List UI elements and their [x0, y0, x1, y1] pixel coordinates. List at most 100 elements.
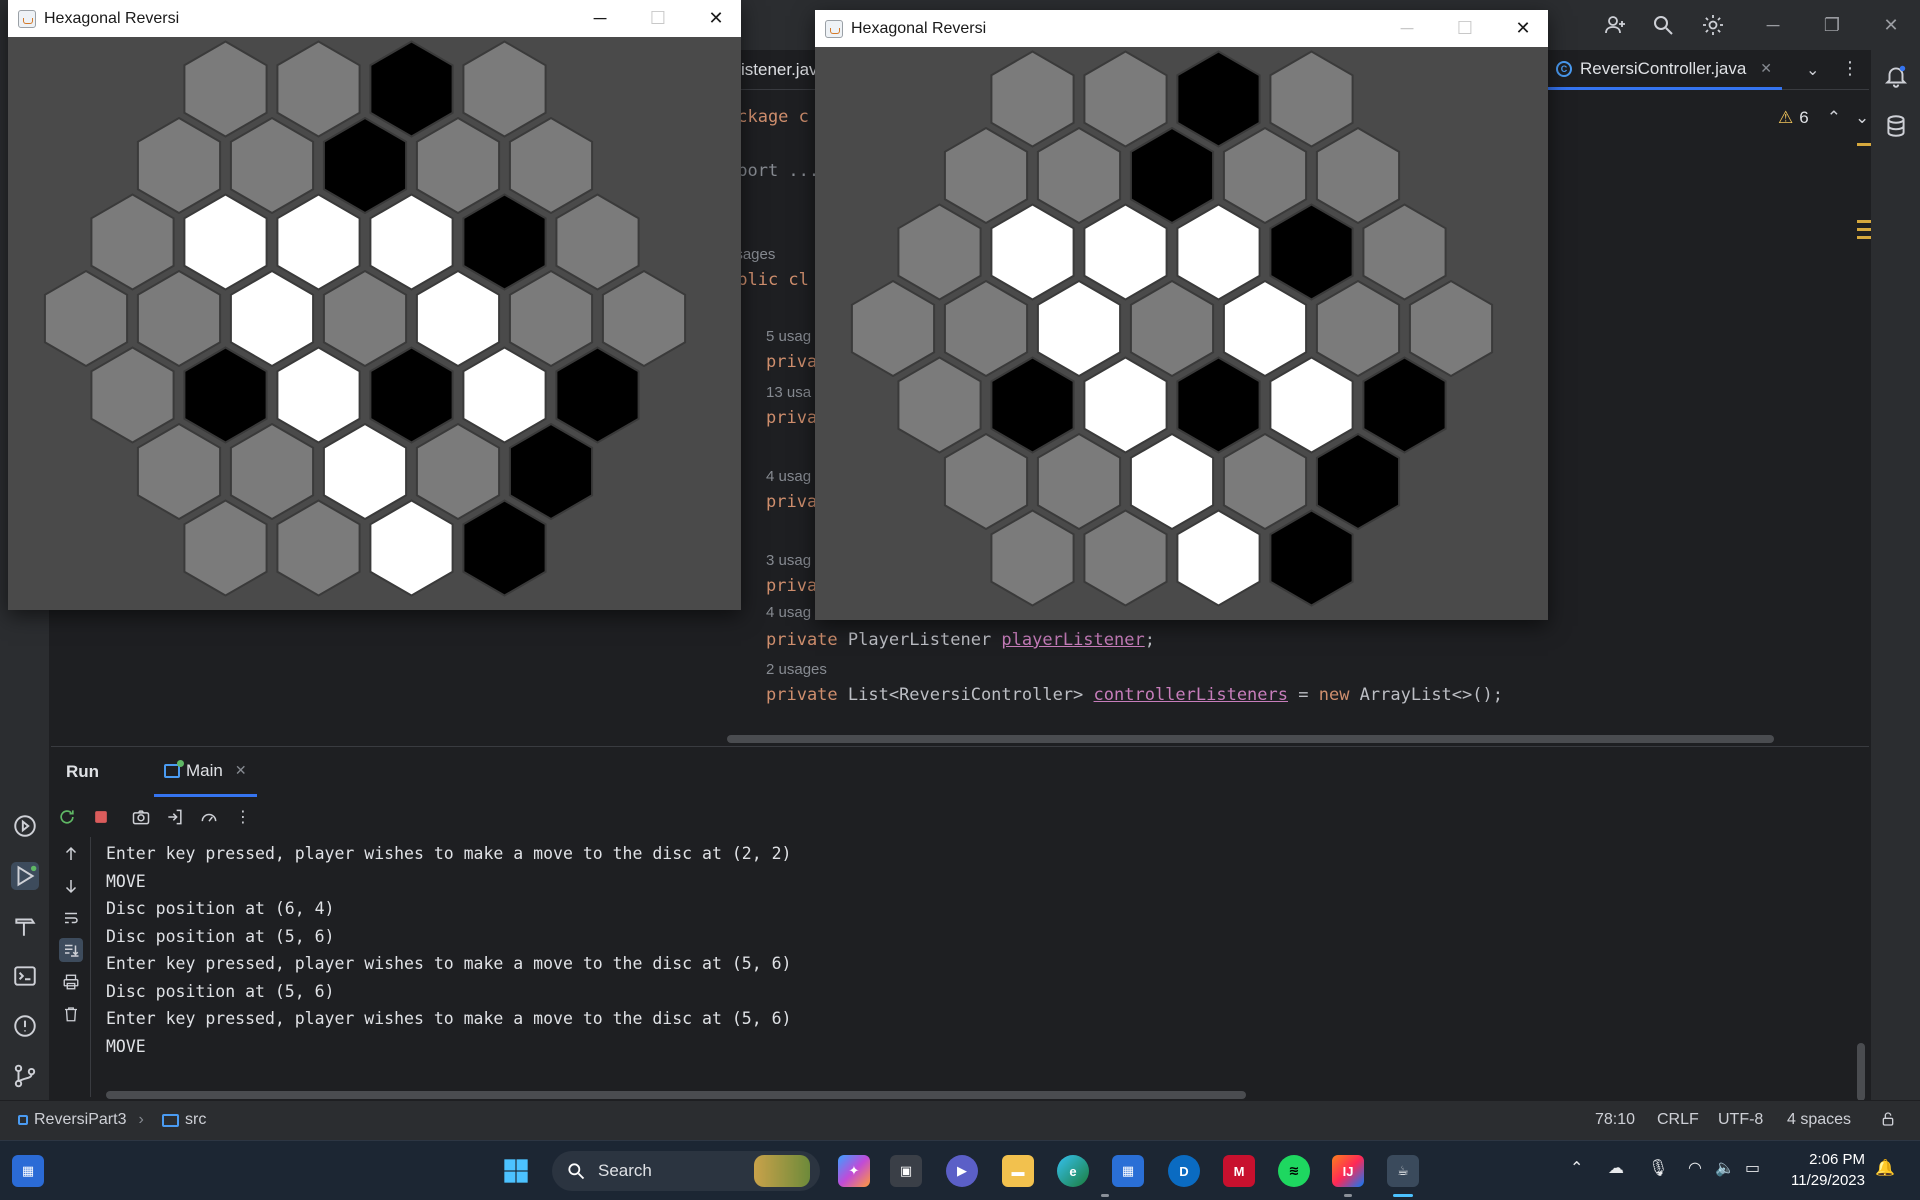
screenshot-camera-icon[interactable]	[129, 805, 153, 829]
window-titlebar[interactable]: Hexagonal Reversi ─ ☐ ✕	[815, 10, 1548, 47]
minimize-button[interactable]: ─	[571, 0, 629, 37]
hex-cell-black[interactable]	[1315, 432, 1401, 531]
hex-cell-black[interactable]	[1176, 50, 1261, 148]
close-tab-icon[interactable]: ✕	[235, 762, 247, 779]
close-button[interactable]: ✕	[687, 0, 745, 37]
hex-cell-white[interactable]	[1083, 203, 1168, 301]
add-user-icon[interactable]	[1600, 10, 1630, 40]
hex-cell-white[interactable]	[276, 346, 361, 444]
hex-cell-empty[interactable]	[850, 279, 936, 378]
hex-cell-black[interactable]	[1129, 126, 1215, 225]
editor-tab-listener[interactable]: istener.jav	[731, 50, 828, 90]
lock-icon[interactable]	[1880, 1111, 1896, 1127]
hex-cell-empty[interactable]	[1222, 432, 1308, 531]
close-tab-icon[interactable]: ✕	[1760, 60, 1772, 77]
hex-cell-empty[interactable]	[1315, 126, 1401, 225]
hex-cell-white[interactable]	[369, 193, 454, 291]
file-encoding[interactable]: UTF-8	[1718, 1111, 1763, 1129]
indent-setting[interactable]: 4 spaces	[1787, 1111, 1851, 1129]
hex-cell-white[interactable]	[1269, 356, 1354, 454]
next-arrow-icon[interactable]: ⌄	[1855, 108, 1869, 128]
print-icon[interactable]	[59, 970, 83, 994]
code-line[interactable]: priva	[766, 408, 817, 428]
store-icon[interactable]: ▦	[1112, 1155, 1144, 1187]
hex-cell-empty[interactable]	[90, 193, 175, 291]
error-stripe-mark[interactable]	[1857, 236, 1871, 239]
hex-cell-black[interactable]	[322, 116, 408, 215]
usages-hint[interactable]: 5 usag	[766, 328, 811, 345]
hex-cell-white[interactable]	[462, 346, 547, 444]
breadcrumb-project[interactable]: ReversiPart3 ›	[18, 1111, 144, 1129]
hex-cell-empty[interactable]	[183, 40, 268, 138]
git-branch-icon[interactable]	[11, 1062, 39, 1090]
terminal-icon[interactable]	[11, 962, 39, 990]
hex-cell-black[interactable]	[183, 346, 268, 444]
database-icon[interactable]	[1882, 112, 1910, 140]
soft-wrap-icon[interactable]	[59, 906, 83, 930]
hex-cell-black[interactable]	[1269, 203, 1354, 301]
ide-restore-button[interactable]: ❐	[1817, 10, 1847, 40]
cursor-position[interactable]: 78:10	[1595, 1111, 1635, 1129]
code-line-23[interactable]: private PlayerListener playerListener;	[766, 630, 1155, 650]
usages-hint[interactable]: 13 usa	[766, 384, 811, 401]
hex-board[interactable]	[8, 37, 741, 610]
hex-cell-black[interactable]	[1176, 356, 1261, 454]
file-explorer-icon[interactable]: ▬	[1002, 1155, 1034, 1187]
usages-hint[interactable]: 4 usag	[766, 468, 811, 485]
hex-cell-empty[interactable]	[1408, 279, 1494, 378]
hex-cell-empty[interactable]	[1036, 126, 1122, 225]
hex-cell-black[interactable]	[369, 346, 454, 444]
problems-icon[interactable]	[11, 1012, 39, 1040]
breadcrumb-folder[interactable]: src	[162, 1111, 206, 1129]
error-stripe-mark[interactable]	[1857, 220, 1871, 223]
battery-icon[interactable]: ▭	[1745, 1158, 1760, 1178]
hex-cell-white[interactable]	[1176, 509, 1261, 607]
console-output[interactable]: Enter key pressed, player wishes to make…	[106, 840, 1806, 1060]
microphone-icon[interactable]: 🎙	[1648, 1158, 1668, 1178]
hex-cell-white[interactable]	[276, 193, 361, 291]
intellij-icon[interactable]: IJ	[1332, 1155, 1364, 1187]
hex-cell-black[interactable]	[555, 346, 640, 444]
console-horizontal-scrollbar[interactable]	[106, 1091, 1246, 1099]
hex-cell-black[interactable]	[462, 193, 547, 291]
hex-cell-black[interactable]	[1362, 356, 1447, 454]
hex-cell-empty[interactable]	[1083, 509, 1168, 607]
window-titlebar[interactable]: Hexagonal Reversi ─ ☐ ✕	[8, 0, 741, 37]
hex-cell-empty[interactable]	[1083, 50, 1168, 148]
build-hammer-icon[interactable]	[11, 912, 39, 940]
hex-cell-empty[interactable]	[136, 269, 222, 368]
task-view-icon[interactable]: ▣	[890, 1155, 922, 1187]
hex-cell-empty[interactable]	[183, 499, 268, 597]
hex-cell-empty[interactable]	[415, 422, 501, 521]
hex-cell-empty[interactable]	[1269, 50, 1354, 148]
trash-icon[interactable]	[59, 1002, 83, 1026]
hex-cell-white[interactable]	[1176, 203, 1261, 301]
hex-cell-empty[interactable]	[90, 346, 175, 444]
code-line[interactable]: priva	[766, 492, 817, 512]
hex-cell-empty[interactable]	[136, 422, 222, 521]
hex-cell-empty[interactable]	[43, 269, 129, 368]
hex-cell-white[interactable]	[990, 203, 1075, 301]
notification-bell-icon[interactable]: 🔔	[1875, 1158, 1895, 1178]
hex-cell-empty[interactable]	[229, 116, 315, 215]
hex-cell-empty[interactable]	[943, 279, 1029, 378]
hex-cell-empty[interactable]	[1315, 279, 1401, 378]
hex-cell-empty[interactable]	[990, 50, 1075, 148]
previous-arrow-icon[interactable]: ⌃	[1827, 108, 1841, 128]
hex-cell-empty[interactable]	[1036, 432, 1122, 531]
wifi-icon[interactable]: ◠	[1688, 1158, 1702, 1178]
up-arrow-icon[interactable]	[59, 842, 83, 866]
hex-cell-empty[interactable]	[276, 40, 361, 138]
error-stripe-mark[interactable]	[1857, 228, 1871, 231]
hex-cell-empty[interactable]	[508, 269, 594, 368]
dell-icon[interactable]: D	[1168, 1155, 1200, 1187]
chevron-down-icon[interactable]: ⌄	[1806, 60, 1819, 80]
maximize-button[interactable]: ☐	[1436, 10, 1494, 47]
usages-hint[interactable]: 2 usages	[766, 661, 827, 678]
mcafee-icon[interactable]: M	[1223, 1155, 1255, 1187]
code-line[interactable]: priva	[766, 352, 817, 372]
start-windows-icon[interactable]	[500, 1155, 532, 1187]
scroll-to-end-icon[interactable]	[59, 938, 83, 962]
run-tool-icon[interactable]	[11, 862, 39, 890]
spotify-icon[interactable]: ≋	[1278, 1155, 1310, 1187]
